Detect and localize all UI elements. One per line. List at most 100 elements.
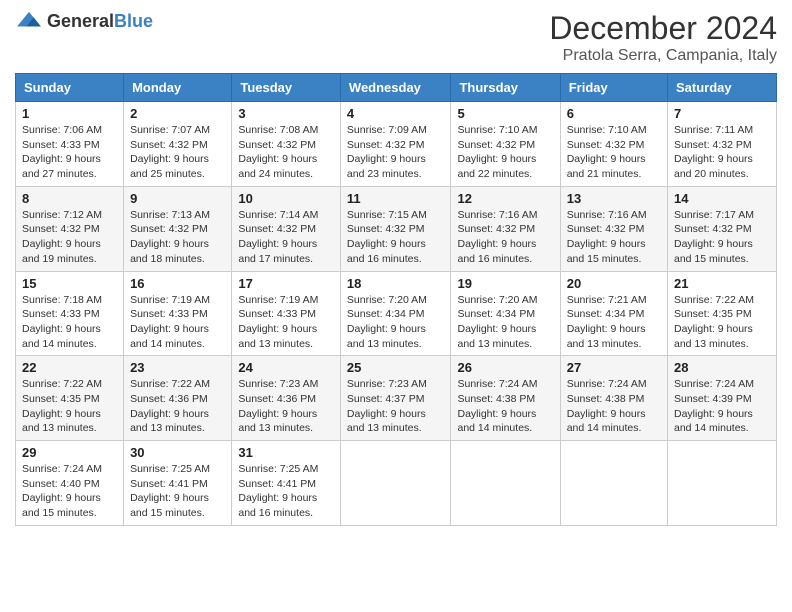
day-number: 19 bbox=[457, 276, 553, 291]
day-header-wednesday: Wednesday bbox=[340, 74, 451, 102]
day-detail: Sunrise: 7:15 AM Sunset: 4:32 PM Dayligh… bbox=[347, 208, 445, 267]
day-detail: Sunrise: 7:20 AM Sunset: 4:34 PM Dayligh… bbox=[457, 293, 553, 352]
calendar-cell: 14 Sunrise: 7:17 AM Sunset: 4:32 PM Dayl… bbox=[668, 186, 777, 271]
calendar-subtitle: Pratola Serra, Campania, Italy bbox=[549, 47, 777, 65]
calendar-cell bbox=[340, 441, 451, 526]
day-number: 25 bbox=[347, 360, 445, 375]
week-row-5: 29 Sunrise: 7:24 AM Sunset: 4:40 PM Dayl… bbox=[16, 441, 777, 526]
day-detail: Sunrise: 7:23 AM Sunset: 4:36 PM Dayligh… bbox=[238, 377, 334, 436]
day-number: 13 bbox=[567, 191, 661, 206]
day-detail: Sunrise: 7:11 AM Sunset: 4:32 PM Dayligh… bbox=[674, 123, 770, 182]
day-number: 6 bbox=[567, 106, 661, 121]
day-number: 30 bbox=[130, 445, 225, 460]
calendar-cell: 1 Sunrise: 7:06 AM Sunset: 4:33 PM Dayli… bbox=[16, 102, 124, 187]
day-detail: Sunrise: 7:08 AM Sunset: 4:32 PM Dayligh… bbox=[238, 123, 334, 182]
calendar-cell: 13 Sunrise: 7:16 AM Sunset: 4:32 PM Dayl… bbox=[560, 186, 667, 271]
day-header-sunday: Sunday bbox=[16, 74, 124, 102]
calendar-cell: 28 Sunrise: 7:24 AM Sunset: 4:39 PM Dayl… bbox=[668, 356, 777, 441]
generalblue-logo-icon bbox=[15, 10, 43, 32]
day-number: 12 bbox=[457, 191, 553, 206]
day-detail: Sunrise: 7:25 AM Sunset: 4:41 PM Dayligh… bbox=[238, 462, 334, 521]
day-number: 23 bbox=[130, 360, 225, 375]
calendar-cell: 24 Sunrise: 7:23 AM Sunset: 4:36 PM Dayl… bbox=[232, 356, 341, 441]
day-detail: Sunrise: 7:23 AM Sunset: 4:37 PM Dayligh… bbox=[347, 377, 445, 436]
day-detail: Sunrise: 7:22 AM Sunset: 4:36 PM Dayligh… bbox=[130, 377, 225, 436]
day-detail: Sunrise: 7:12 AM Sunset: 4:32 PM Dayligh… bbox=[22, 208, 117, 267]
calendar-cell: 4 Sunrise: 7:09 AM Sunset: 4:32 PM Dayli… bbox=[340, 102, 451, 187]
week-row-4: 22 Sunrise: 7:22 AM Sunset: 4:35 PM Dayl… bbox=[16, 356, 777, 441]
day-number: 7 bbox=[674, 106, 770, 121]
day-detail: Sunrise: 7:10 AM Sunset: 4:32 PM Dayligh… bbox=[567, 123, 661, 182]
day-number: 4 bbox=[347, 106, 445, 121]
calendar-cell bbox=[668, 441, 777, 526]
calendar-cell: 5 Sunrise: 7:10 AM Sunset: 4:32 PM Dayli… bbox=[451, 102, 560, 187]
day-number: 3 bbox=[238, 106, 334, 121]
calendar-cell: 22 Sunrise: 7:22 AM Sunset: 4:35 PM Dayl… bbox=[16, 356, 124, 441]
day-detail: Sunrise: 7:21 AM Sunset: 4:34 PM Dayligh… bbox=[567, 293, 661, 352]
calendar-cell: 7 Sunrise: 7:11 AM Sunset: 4:32 PM Dayli… bbox=[668, 102, 777, 187]
day-number: 21 bbox=[674, 276, 770, 291]
calendar-cell: 20 Sunrise: 7:21 AM Sunset: 4:34 PM Dayl… bbox=[560, 271, 667, 356]
day-number: 5 bbox=[457, 106, 553, 121]
calendar-title: December 2024 bbox=[549, 10, 777, 47]
day-detail: Sunrise: 7:17 AM Sunset: 4:32 PM Dayligh… bbox=[674, 208, 770, 267]
day-number: 14 bbox=[674, 191, 770, 206]
calendar-cell: 9 Sunrise: 7:13 AM Sunset: 4:32 PM Dayli… bbox=[124, 186, 232, 271]
calendar-cell: 31 Sunrise: 7:25 AM Sunset: 4:41 PM Dayl… bbox=[232, 441, 341, 526]
week-row-1: 1 Sunrise: 7:06 AM Sunset: 4:33 PM Dayli… bbox=[16, 102, 777, 187]
calendar-cell: 17 Sunrise: 7:19 AM Sunset: 4:33 PM Dayl… bbox=[232, 271, 341, 356]
day-detail: Sunrise: 7:14 AM Sunset: 4:32 PM Dayligh… bbox=[238, 208, 334, 267]
day-detail: Sunrise: 7:24 AM Sunset: 4:38 PM Dayligh… bbox=[567, 377, 661, 436]
day-number: 17 bbox=[238, 276, 334, 291]
day-number: 16 bbox=[130, 276, 225, 291]
calendar-cell: 15 Sunrise: 7:18 AM Sunset: 4:33 PM Dayl… bbox=[16, 271, 124, 356]
calendar-cell: 12 Sunrise: 7:16 AM Sunset: 4:32 PM Dayl… bbox=[451, 186, 560, 271]
calendar-cell: 2 Sunrise: 7:07 AM Sunset: 4:32 PM Dayli… bbox=[124, 102, 232, 187]
day-header-friday: Friday bbox=[560, 74, 667, 102]
day-number: 27 bbox=[567, 360, 661, 375]
calendar-cell bbox=[451, 441, 560, 526]
calendar-cell: 30 Sunrise: 7:25 AM Sunset: 4:41 PM Dayl… bbox=[124, 441, 232, 526]
day-number: 15 bbox=[22, 276, 117, 291]
day-number: 8 bbox=[22, 191, 117, 206]
day-detail: Sunrise: 7:24 AM Sunset: 4:38 PM Dayligh… bbox=[457, 377, 553, 436]
calendar-cell: 8 Sunrise: 7:12 AM Sunset: 4:32 PM Dayli… bbox=[16, 186, 124, 271]
day-detail: Sunrise: 7:18 AM Sunset: 4:33 PM Dayligh… bbox=[22, 293, 117, 352]
calendar-cell: 23 Sunrise: 7:22 AM Sunset: 4:36 PM Dayl… bbox=[124, 356, 232, 441]
day-detail: Sunrise: 7:24 AM Sunset: 4:39 PM Dayligh… bbox=[674, 377, 770, 436]
day-number: 28 bbox=[674, 360, 770, 375]
title-area: December 2024 Pratola Serra, Campania, I… bbox=[549, 10, 777, 65]
day-detail: Sunrise: 7:10 AM Sunset: 4:32 PM Dayligh… bbox=[457, 123, 553, 182]
day-detail: Sunrise: 7:09 AM Sunset: 4:32 PM Dayligh… bbox=[347, 123, 445, 182]
calendar-cell bbox=[560, 441, 667, 526]
calendar-cell: 3 Sunrise: 7:08 AM Sunset: 4:32 PM Dayli… bbox=[232, 102, 341, 187]
day-header-saturday: Saturday bbox=[668, 74, 777, 102]
calendar-cell: 19 Sunrise: 7:20 AM Sunset: 4:34 PM Dayl… bbox=[451, 271, 560, 356]
calendar-cell: 16 Sunrise: 7:19 AM Sunset: 4:33 PM Dayl… bbox=[124, 271, 232, 356]
day-detail: Sunrise: 7:20 AM Sunset: 4:34 PM Dayligh… bbox=[347, 293, 445, 352]
calendar-table: SundayMondayTuesdayWednesdayThursdayFrid… bbox=[15, 73, 777, 526]
day-number: 29 bbox=[22, 445, 117, 460]
day-header-tuesday: Tuesday bbox=[232, 74, 341, 102]
day-number: 9 bbox=[130, 191, 225, 206]
day-number: 11 bbox=[347, 191, 445, 206]
day-detail: Sunrise: 7:16 AM Sunset: 4:32 PM Dayligh… bbox=[567, 208, 661, 267]
calendar-cell: 27 Sunrise: 7:24 AM Sunset: 4:38 PM Dayl… bbox=[560, 356, 667, 441]
calendar-cell: 6 Sunrise: 7:10 AM Sunset: 4:32 PM Dayli… bbox=[560, 102, 667, 187]
day-detail: Sunrise: 7:06 AM Sunset: 4:33 PM Dayligh… bbox=[22, 123, 117, 182]
header: GeneralBlue December 2024 Pratola Serra,… bbox=[15, 10, 777, 65]
day-number: 18 bbox=[347, 276, 445, 291]
calendar-cell: 18 Sunrise: 7:20 AM Sunset: 4:34 PM Dayl… bbox=[340, 271, 451, 356]
logo-text: GeneralBlue bbox=[47, 11, 153, 32]
days-header-row: SundayMondayTuesdayWednesdayThursdayFrid… bbox=[16, 74, 777, 102]
calendar-cell: 21 Sunrise: 7:22 AM Sunset: 4:35 PM Dayl… bbox=[668, 271, 777, 356]
calendar-cell: 11 Sunrise: 7:15 AM Sunset: 4:32 PM Dayl… bbox=[340, 186, 451, 271]
day-number: 22 bbox=[22, 360, 117, 375]
day-detail: Sunrise: 7:16 AM Sunset: 4:32 PM Dayligh… bbox=[457, 208, 553, 267]
day-detail: Sunrise: 7:22 AM Sunset: 4:35 PM Dayligh… bbox=[22, 377, 117, 436]
day-header-thursday: Thursday bbox=[451, 74, 560, 102]
calendar-cell: 26 Sunrise: 7:24 AM Sunset: 4:38 PM Dayl… bbox=[451, 356, 560, 441]
day-detail: Sunrise: 7:13 AM Sunset: 4:32 PM Dayligh… bbox=[130, 208, 225, 267]
calendar-cell: 10 Sunrise: 7:14 AM Sunset: 4:32 PM Dayl… bbox=[232, 186, 341, 271]
day-number: 20 bbox=[567, 276, 661, 291]
